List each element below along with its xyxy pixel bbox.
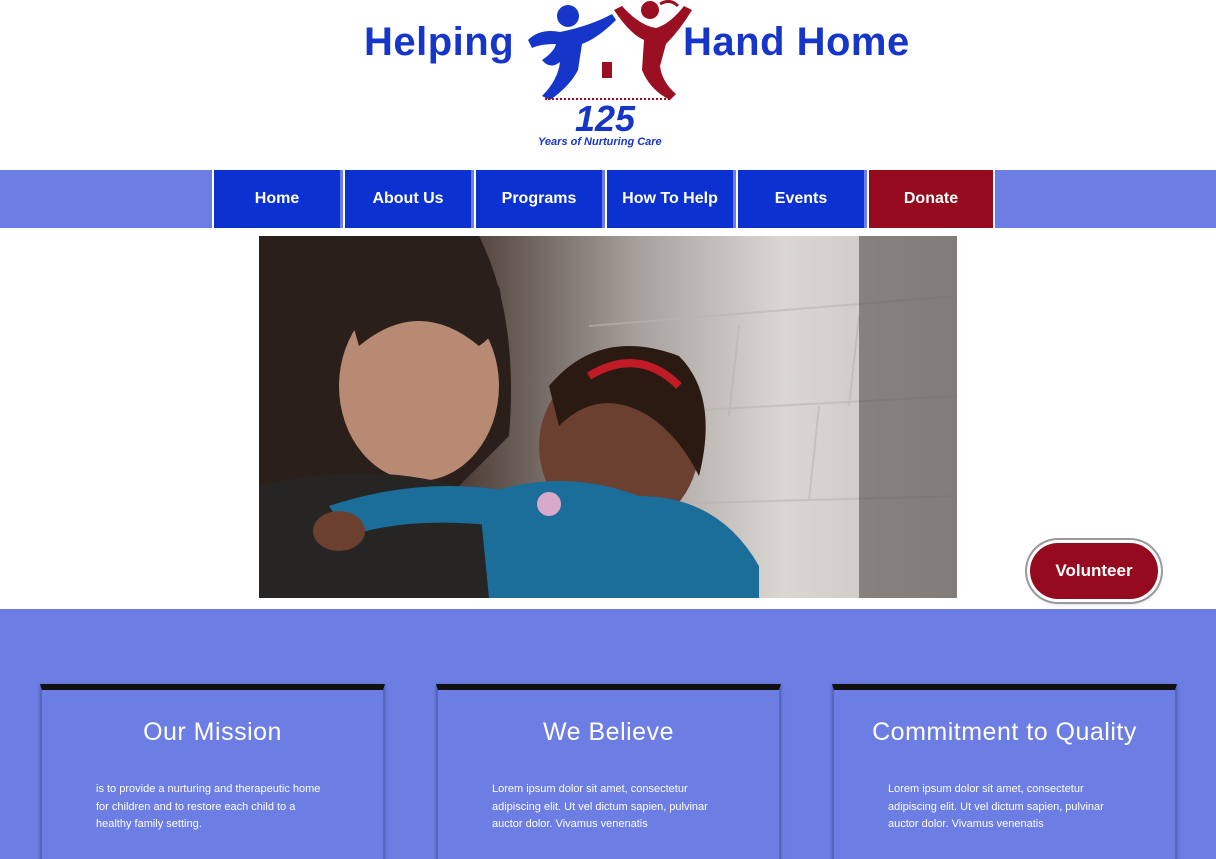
logo-tagline: Years of Nurturing Care	[538, 136, 662, 148]
logo-figures-icon	[528, 0, 692, 100]
hero-image	[259, 236, 957, 598]
main-nav: Home About Us Programs How To Help Event…	[0, 170, 1216, 228]
site-logo[interactable]: Helping Hand Home 125 Years of Nurturing…	[360, 0, 930, 160]
card-body: Lorem ipsum dolor sit amet, consectetur …	[492, 783, 708, 830]
nav-item-events[interactable]: Events	[736, 170, 864, 228]
card-we-believe: We Believe Lorem ipsum dolor sit amet, c…	[436, 684, 781, 859]
card-title: Our Mission	[143, 718, 282, 746]
logo-word-hand-home: Hand Home	[683, 20, 910, 64]
site-header: Helping Hand Home 125 Years of Nurturing…	[0, 0, 1216, 170]
card-our-mission: Our Mission is to provide a nurturing an…	[40, 684, 385, 859]
card-title: We Believe	[543, 718, 674, 746]
nav-item-how-to-help[interactable]: How To Help	[605, 170, 733, 228]
hero-photo-illustration	[259, 236, 957, 598]
volunteer-button[interactable]: Volunteer	[1030, 543, 1158, 599]
nav-item-home[interactable]: Home	[212, 170, 340, 228]
nav-item-donate[interactable]: Donate	[867, 170, 995, 228]
card-commitment-to-quality: Commitment to Quality Lorem ipsum dolor …	[832, 684, 1177, 859]
logo-anniversary-number: 125	[575, 98, 636, 139]
card-body: Lorem ipsum dolor sit amet, consectetur …	[888, 783, 1104, 830]
nav-item-about-us[interactable]: About Us	[343, 170, 471, 228]
nav-item-programs[interactable]: Programs	[474, 170, 602, 228]
logo-word-helping: Helping	[364, 20, 515, 64]
card-title: Commitment to Quality	[872, 718, 1137, 746]
card-body: is to provide a nurturing and therapeuti…	[96, 783, 321, 830]
nav-items: Home About Us Programs How To Help Event…	[212, 170, 995, 228]
info-section: Our Mission is to provide a nurturing an…	[0, 609, 1216, 859]
